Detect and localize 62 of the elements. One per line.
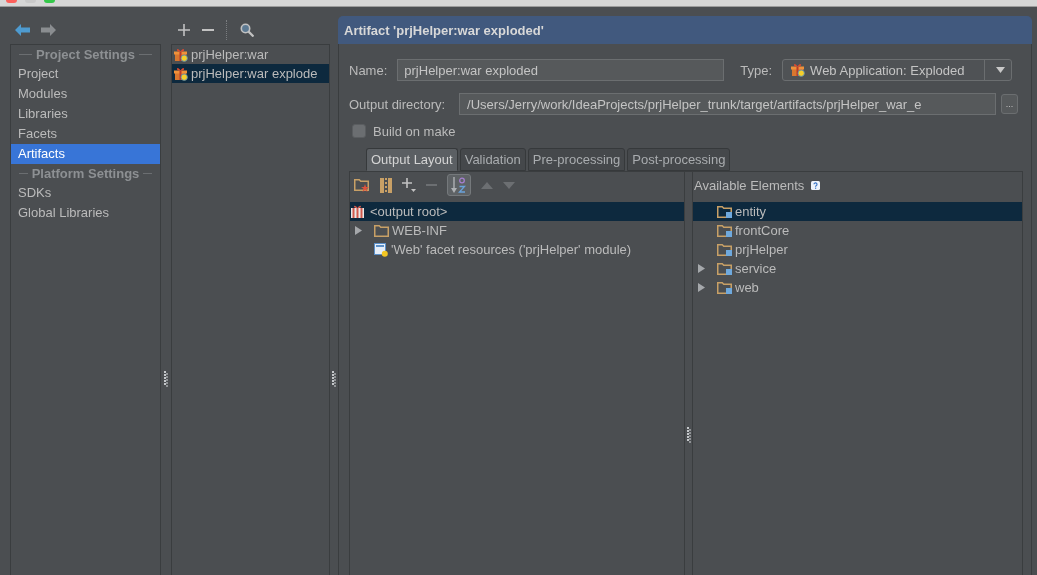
expand-arrow-icon[interactable] [697,283,706,292]
tab[interactable]: Post-processing [627,148,731,171]
tab[interactable]: Output Layout [366,148,458,171]
panel-title: Artifact 'prjHelper:war exploded' [338,16,1032,44]
sidebar-item[interactable]: Modules [11,84,160,104]
output-directory-field[interactable]: /Users/Jerry/work/IdeaProjects/prjHelper_trunk/target/artifacts/prjHelper_war_e [459,93,996,115]
section-header: Project Settings [36,47,135,62]
folder-icon [717,224,732,237]
web-page-icon [374,242,388,257]
sidebar-item[interactable]: Global Libraries [11,203,160,223]
sidebar-item[interactable]: Facets [11,124,160,144]
back-arrow-icon[interactable] [15,24,30,36]
caret-icon [996,67,1006,73]
section-heading: Available Elements [694,177,805,193]
tree-item[interactable]: service [693,259,1022,278]
tree-item[interactable]: <output root> [350,202,684,221]
sidebar-item[interactable]: SDKs [11,183,160,203]
tree-item[interactable]: frontCore [693,221,1022,240]
splitter-grip-icon[interactable] [686,427,691,443]
section-header: Platform Settings [31,166,140,181]
tree-item[interactable]: prjHelper [693,240,1022,259]
close-button[interactable] [6,0,17,3]
tab[interactable]: Pre-processing [527,148,626,171]
gift-icon [791,63,806,77]
browse-button[interactable]: ... [1001,94,1018,114]
folder-icon [717,281,732,294]
tree-item[interactable]: WEB-INF [350,221,684,240]
plus-icon[interactable] [178,24,190,36]
help-icon[interactable] [811,180,821,190]
gift-icon [174,66,188,81]
output-directory-label: Output directory: [349,96,446,112]
sidebar-item[interactable]: Libraries [11,104,160,124]
name-field[interactable]: prjHelper:war exploded [397,59,725,81]
type-dropdown[interactable]: Web Application: Exploded [782,59,1013,81]
splitter-grip-icon[interactable] [164,371,168,387]
name-label: Name: [349,62,388,78]
search-icon[interactable] [240,23,254,37]
gift-icon [174,47,188,62]
tree-item[interactable]: 'Web' facet resources ('prjHelper' module) [350,240,684,259]
artifact-item[interactable]: prjHelper:war explode [172,64,329,83]
splitter-grip-icon[interactable] [332,371,336,387]
checkbox[interactable] [352,124,366,138]
tree-item[interactable]: entity [693,202,1022,221]
folder-icon [374,224,389,237]
striped-bars-icon[interactable] [380,177,392,193]
sort-alphabetical-icon [451,177,467,193]
checkbox-label: Build on make [373,123,456,139]
folder-icon [717,262,732,275]
tab[interactable]: Validation [459,148,526,171]
sidebar-item[interactable]: Artifacts [11,144,160,164]
artifact-item[interactable]: prjHelper:war [172,45,329,64]
folder-icon [717,205,732,218]
sort-button[interactable] [447,174,471,196]
expand-arrow-icon[interactable] [354,226,363,235]
striped-box-icon [351,205,364,218]
folder-icon [717,243,732,256]
type-label: Type: [740,62,773,78]
tree-item[interactable]: web [693,278,1022,297]
folder-spark-icon[interactable] [354,178,370,192]
plus-dropdown-icon[interactable] [402,178,416,192]
expand-arrow-icon[interactable] [697,264,706,273]
sidebar-item[interactable]: Project [11,64,160,84]
